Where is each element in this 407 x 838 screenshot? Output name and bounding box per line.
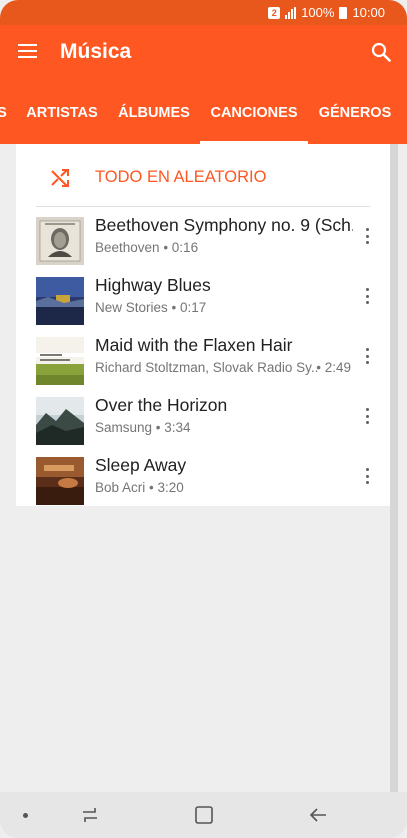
song-duration: 3:34 xyxy=(164,420,191,435)
separator: • xyxy=(159,240,172,255)
song-duration-group: • 2:49 xyxy=(316,360,351,375)
scrollbar[interactable] xyxy=(390,144,398,792)
more-options-icon[interactable] xyxy=(364,228,370,244)
page-title: Música xyxy=(60,40,132,63)
song-title: Over the Horizon xyxy=(95,395,228,415)
song-row[interactable]: Sleep Away Bob Acri • 3:20 xyxy=(16,451,390,511)
album-art xyxy=(36,217,84,265)
album-art xyxy=(36,277,84,325)
menu-icon[interactable] xyxy=(18,44,37,58)
song-row[interactable]: Maid with the Flaxen Hair Richard Stoltz… xyxy=(16,331,390,391)
song-subtitle: Bob Acri • 3:20 xyxy=(95,480,184,495)
album-art xyxy=(36,457,84,505)
navigation-bar xyxy=(0,792,407,838)
back-icon[interactable] xyxy=(308,806,328,824)
tab-artists[interactable]: ARTISTAS xyxy=(16,82,108,144)
song-row[interactable]: Beethoven Symphony no. 9 (Sch.. Beethove… xyxy=(16,211,390,271)
song-artist: Richard Stoltzman, Slovak Radio Sy.. xyxy=(95,360,319,375)
song-row[interactable]: Over the Horizon Samsung • 3:34 xyxy=(16,391,390,451)
more-options-icon[interactable] xyxy=(364,468,370,484)
tab-label: ÁLBUMES xyxy=(118,105,190,121)
tab-genres[interactable]: GÉNEROS xyxy=(312,82,398,144)
song-subtitle: Samsung • 3:34 xyxy=(95,420,191,435)
separator: • xyxy=(145,480,158,495)
song-artist: Bob Acri xyxy=(95,480,146,495)
tab-playlists[interactable]: S xyxy=(0,82,8,144)
shuffle-all-label: TODO EN ALEATORIO xyxy=(95,168,267,186)
tab-songs[interactable]: CANCIONES xyxy=(200,82,308,144)
clock: 10:00 xyxy=(352,5,385,20)
more-options-icon[interactable] xyxy=(364,348,370,364)
song-title: Beethoven Symphony no. 9 (Sch.. xyxy=(95,215,353,235)
divider xyxy=(36,206,370,207)
home-icon[interactable] xyxy=(194,806,214,824)
song-list: TODO EN ALEATORIO Beethoven Symphony no.… xyxy=(16,144,390,506)
song-row[interactable]: Highway Blues New Stories • 0:17 xyxy=(16,271,390,331)
album-art xyxy=(36,337,84,385)
song-title: Sleep Away xyxy=(95,455,187,475)
separator: • xyxy=(167,300,181,315)
song-title: Highway Blues xyxy=(95,275,211,295)
recent-apps-icon[interactable] xyxy=(80,806,100,824)
album-art xyxy=(36,397,84,445)
search-icon[interactable] xyxy=(371,42,391,62)
song-title: Maid with the Flaxen Hair xyxy=(95,335,293,355)
tab-bar: S ARTISTAS ÁLBUMES CANCIONES GÉNEROS xyxy=(0,82,407,144)
song-duration: 0:16 xyxy=(171,240,199,255)
tab-label: CANCIONES xyxy=(210,105,298,121)
shuffle-icon xyxy=(51,169,69,187)
song-subtitle: Beethoven • 0:16 xyxy=(95,240,198,255)
song-artist: Beethoven xyxy=(95,240,160,255)
song-subtitle: New Stories • 0:17 xyxy=(95,300,206,315)
song-artist: New Stories xyxy=(95,300,168,315)
separator: • xyxy=(152,420,165,435)
nav-dot-icon xyxy=(23,813,28,818)
tab-label: ARTISTAS xyxy=(26,105,98,121)
separator: • xyxy=(316,360,325,375)
battery-icon xyxy=(339,6,348,19)
notification-badge: 2 xyxy=(268,6,281,19)
tab-albums[interactable]: ÁLBUMES xyxy=(110,82,198,144)
app-bar: Música xyxy=(0,25,407,82)
battery-percent: 100% xyxy=(301,5,335,20)
more-options-icon[interactable] xyxy=(364,408,370,424)
status-bar: 2 100% 10:00 xyxy=(0,0,407,25)
tab-label: S xyxy=(0,105,7,121)
shuffle-all-button[interactable]: TODO EN ALEATORIO xyxy=(16,144,390,207)
song-artist: Samsung xyxy=(95,420,153,435)
more-options-icon[interactable] xyxy=(364,288,370,304)
tab-label: GÉNEROS xyxy=(318,105,392,121)
song-duration: 0:17 xyxy=(180,300,207,315)
song-duration: 2:49 xyxy=(324,360,351,375)
song-duration: 3:20 xyxy=(157,480,184,495)
signal-icon xyxy=(285,6,297,19)
song-subtitle: Richard Stoltzman, Slovak Radio Sy.. xyxy=(95,360,318,375)
